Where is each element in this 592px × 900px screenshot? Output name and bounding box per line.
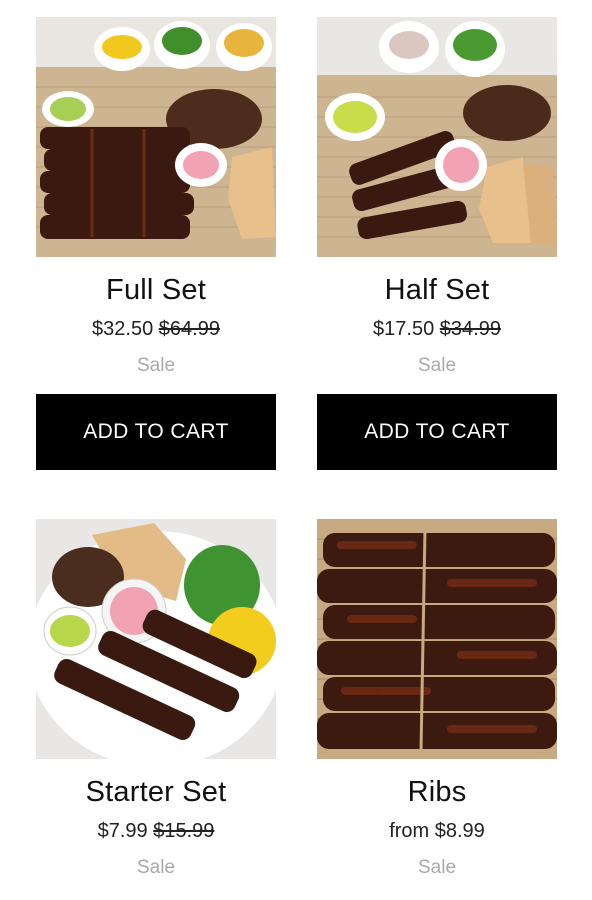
- sale-price: $32.50: [92, 318, 154, 340]
- product-image-half-set[interactable]: [317, 17, 557, 257]
- product-price: $17.50 $34.99: [317, 317, 557, 341]
- product-card-ribs: Ribs from $8.99 Sale: [317, 519, 557, 879]
- sale-badge: Sale: [136, 355, 176, 376]
- product-title[interactable]: Half Set: [317, 273, 557, 307]
- product-title[interactable]: Starter Set: [36, 775, 276, 809]
- product-price: $32.50 $64.99: [36, 317, 276, 341]
- sale-badge: Sale: [136, 857, 176, 878]
- sale-badge: Sale: [417, 857, 457, 878]
- compare-at-price: $64.99: [158, 318, 220, 340]
- sale-price: $7.99: [97, 820, 148, 842]
- sale-price: from $8.99: [389, 820, 485, 842]
- product-title[interactable]: Full Set: [36, 273, 276, 307]
- product-image-starter-set[interactable]: [36, 519, 276, 759]
- product-card-starter-set: Starter Set $7.99 $15.99 Sale: [36, 519, 276, 879]
- product-price: from $8.99: [317, 819, 557, 843]
- product-image-full-set[interactable]: [36, 17, 276, 257]
- product-card-full-set: Full Set $32.50 $64.99 Sale ADD TO CART: [36, 17, 276, 470]
- compare-at-price: $15.99: [153, 820, 215, 842]
- add-to-cart-button[interactable]: ADD TO CART: [36, 394, 276, 470]
- product-title[interactable]: Ribs: [317, 775, 557, 809]
- product-image-ribs[interactable]: [317, 519, 557, 759]
- product-card-half-set: Half Set $17.50 $34.99 Sale ADD TO CART: [317, 17, 557, 470]
- compare-at-price: $34.99: [439, 318, 501, 340]
- sale-badge: Sale: [417, 355, 457, 376]
- sale-price: $17.50: [373, 318, 435, 340]
- product-grid: Full Set $32.50 $64.99 Sale ADD TO CART: [0, 0, 592, 900]
- product-price: $7.99 $15.99: [36, 819, 276, 843]
- add-to-cart-button[interactable]: ADD TO CART: [317, 394, 557, 470]
